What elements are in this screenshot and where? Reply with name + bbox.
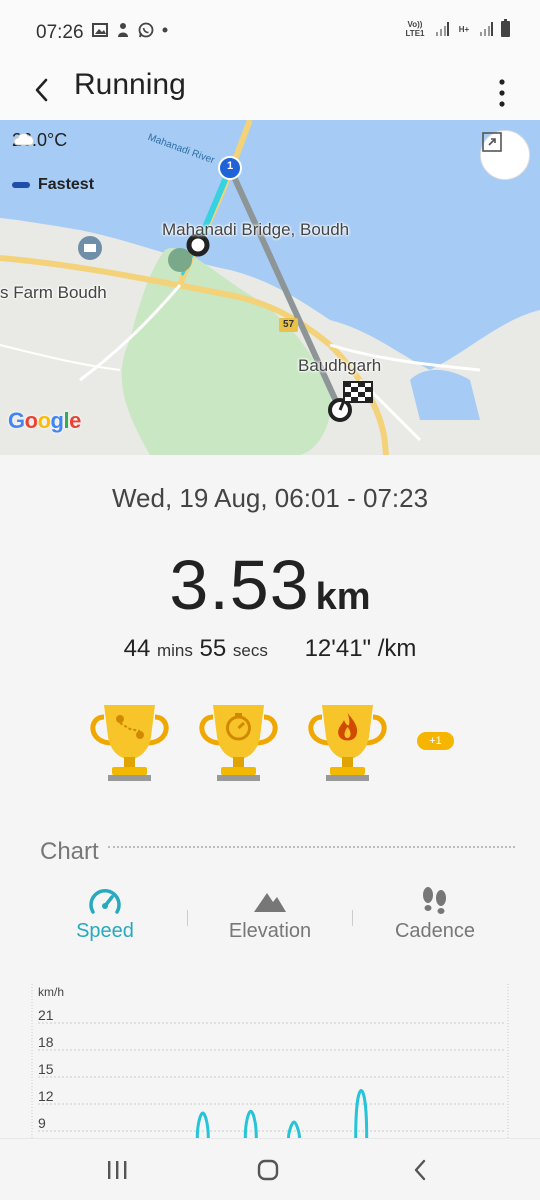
pace-value: 12'41" /km — [304, 635, 417, 662]
duration-pace: 44 mins 55 secs 12'41" /km — [0, 635, 540, 663]
signal-2-icon — [480, 22, 493, 36]
finish-marker-icon — [328, 381, 373, 422]
cloud-icon — [13, 133, 35, 146]
duration-mins: 44 — [123, 635, 151, 662]
status-right-icons: Vo)) LTE1 H+ — [403, 19, 510, 38]
gallery-icon — [92, 23, 108, 37]
tab-cadence[interactable]: Cadence — [355, 886, 515, 943]
status-bar: 07:26 Vo)) LTE1 H+ — [0, 0, 540, 62]
nav-back-button[interactable] — [400, 1153, 440, 1187]
park-pin-icon — [168, 248, 192, 272]
farm-label: s Farm Boudh — [0, 283, 107, 302]
mins-label: mins — [156, 641, 193, 660]
battery-icon — [501, 19, 510, 37]
speed-spike — [195, 1111, 210, 1138]
speed-spike — [354, 1088, 369, 1138]
lap-number: 1 — [226, 160, 234, 172]
back-arrow-icon[interactable] — [28, 70, 58, 110]
notification-icons — [92, 22, 168, 38]
speed-chart[interactable]: km/h 21 18 15 12 9 — [30, 980, 510, 1138]
recents-icon — [108, 1161, 127, 1179]
stopwatch-trophy-icon[interactable] — [195, 695, 282, 785]
tab-divider — [187, 910, 188, 926]
chart-y-tick: 21 — [38, 1007, 54, 1023]
recents-button[interactable] — [97, 1153, 137, 1187]
speed-chart-svg: km/h 21 18 15 12 9 — [31, 984, 509, 1138]
extra-badges-pill[interactable]: +1 — [417, 732, 454, 750]
vpn-icon — [118, 23, 128, 37]
tab-elevation[interactable]: Elevation — [190, 886, 350, 943]
road-number-badge: 57 — [279, 318, 298, 332]
expand-icon — [482, 132, 502, 152]
system-nav-bar — [0, 1138, 540, 1200]
footprints-icon — [423, 887, 446, 914]
back-icon — [414, 1159, 426, 1181]
speed-spike — [243, 1109, 258, 1138]
tab-elevation-label: Elevation — [228, 920, 312, 942]
trophies[interactable] — [86, 695, 391, 785]
tab-divider — [352, 910, 353, 926]
chart-heading-divider — [108, 846, 515, 848]
distance: 3.53 km — [0, 545, 540, 625]
chart-y-tick: 18 — [38, 1034, 54, 1050]
chart-heading: Chart — [40, 838, 99, 865]
fastest-legend: Fastest — [12, 176, 94, 194]
tab-speed[interactable]: Speed — [25, 886, 185, 943]
fastest-line-icon — [12, 182, 30, 188]
landmark-pin-icon — [78, 236, 102, 260]
dot-icon — [162, 27, 168, 33]
chart-tabs: Speed Elevation Cadence — [0, 886, 540, 950]
fastest-label: Fastest — [38, 176, 95, 193]
bridge-label: Mahanadi Bridge, Boudh — [162, 220, 350, 239]
distance-unit: km — [315, 576, 371, 618]
route-trophy-icon[interactable] — [86, 695, 173, 785]
weather-info: 26.0°C — [12, 130, 67, 151]
chart-y-tick: 12 — [38, 1088, 54, 1104]
town-label: Baudhgarh — [298, 356, 382, 375]
mountain-icon — [254, 893, 286, 912]
app-bar: Running — [0, 62, 540, 120]
whatsapp-icon — [138, 22, 154, 38]
home-button[interactable] — [248, 1153, 288, 1187]
tab-cadence-label: Cadence — [394, 920, 476, 942]
page-title: Running — [74, 68, 186, 101]
route-map[interactable]: Mahanadi River 26.0°C Fastest Mahanadi B… — [0, 120, 540, 455]
expand-map-button[interactable] — [480, 130, 530, 180]
flame-trophy-icon[interactable] — [304, 695, 391, 785]
speedometer-icon — [89, 889, 121, 914]
status-time: 07:26 — [36, 22, 84, 43]
chart-y-tick: 15 — [38, 1061, 54, 1077]
speed-spike — [287, 1120, 301, 1138]
lte-label: Vo)) LTE1 — [405, 20, 425, 38]
tab-speed-label: Speed — [76, 920, 134, 942]
duration-secs: 55 — [199, 635, 227, 662]
chart-y-unit: km/h — [38, 985, 64, 999]
distance-value: 3.53 — [169, 546, 310, 624]
more-options-icon[interactable] — [494, 72, 510, 108]
workout-datetime: Wed, 19 Aug, 06:01 - 07:23 — [111, 483, 429, 513]
signal-1-icon — [436, 22, 449, 36]
chart-y-tick: 9 — [38, 1115, 46, 1131]
hplus-label: H+ — [458, 24, 470, 34]
google-attribution: Google — [8, 408, 81, 433]
home-icon — [257, 1159, 279, 1181]
secs-label: secs — [232, 641, 268, 660]
